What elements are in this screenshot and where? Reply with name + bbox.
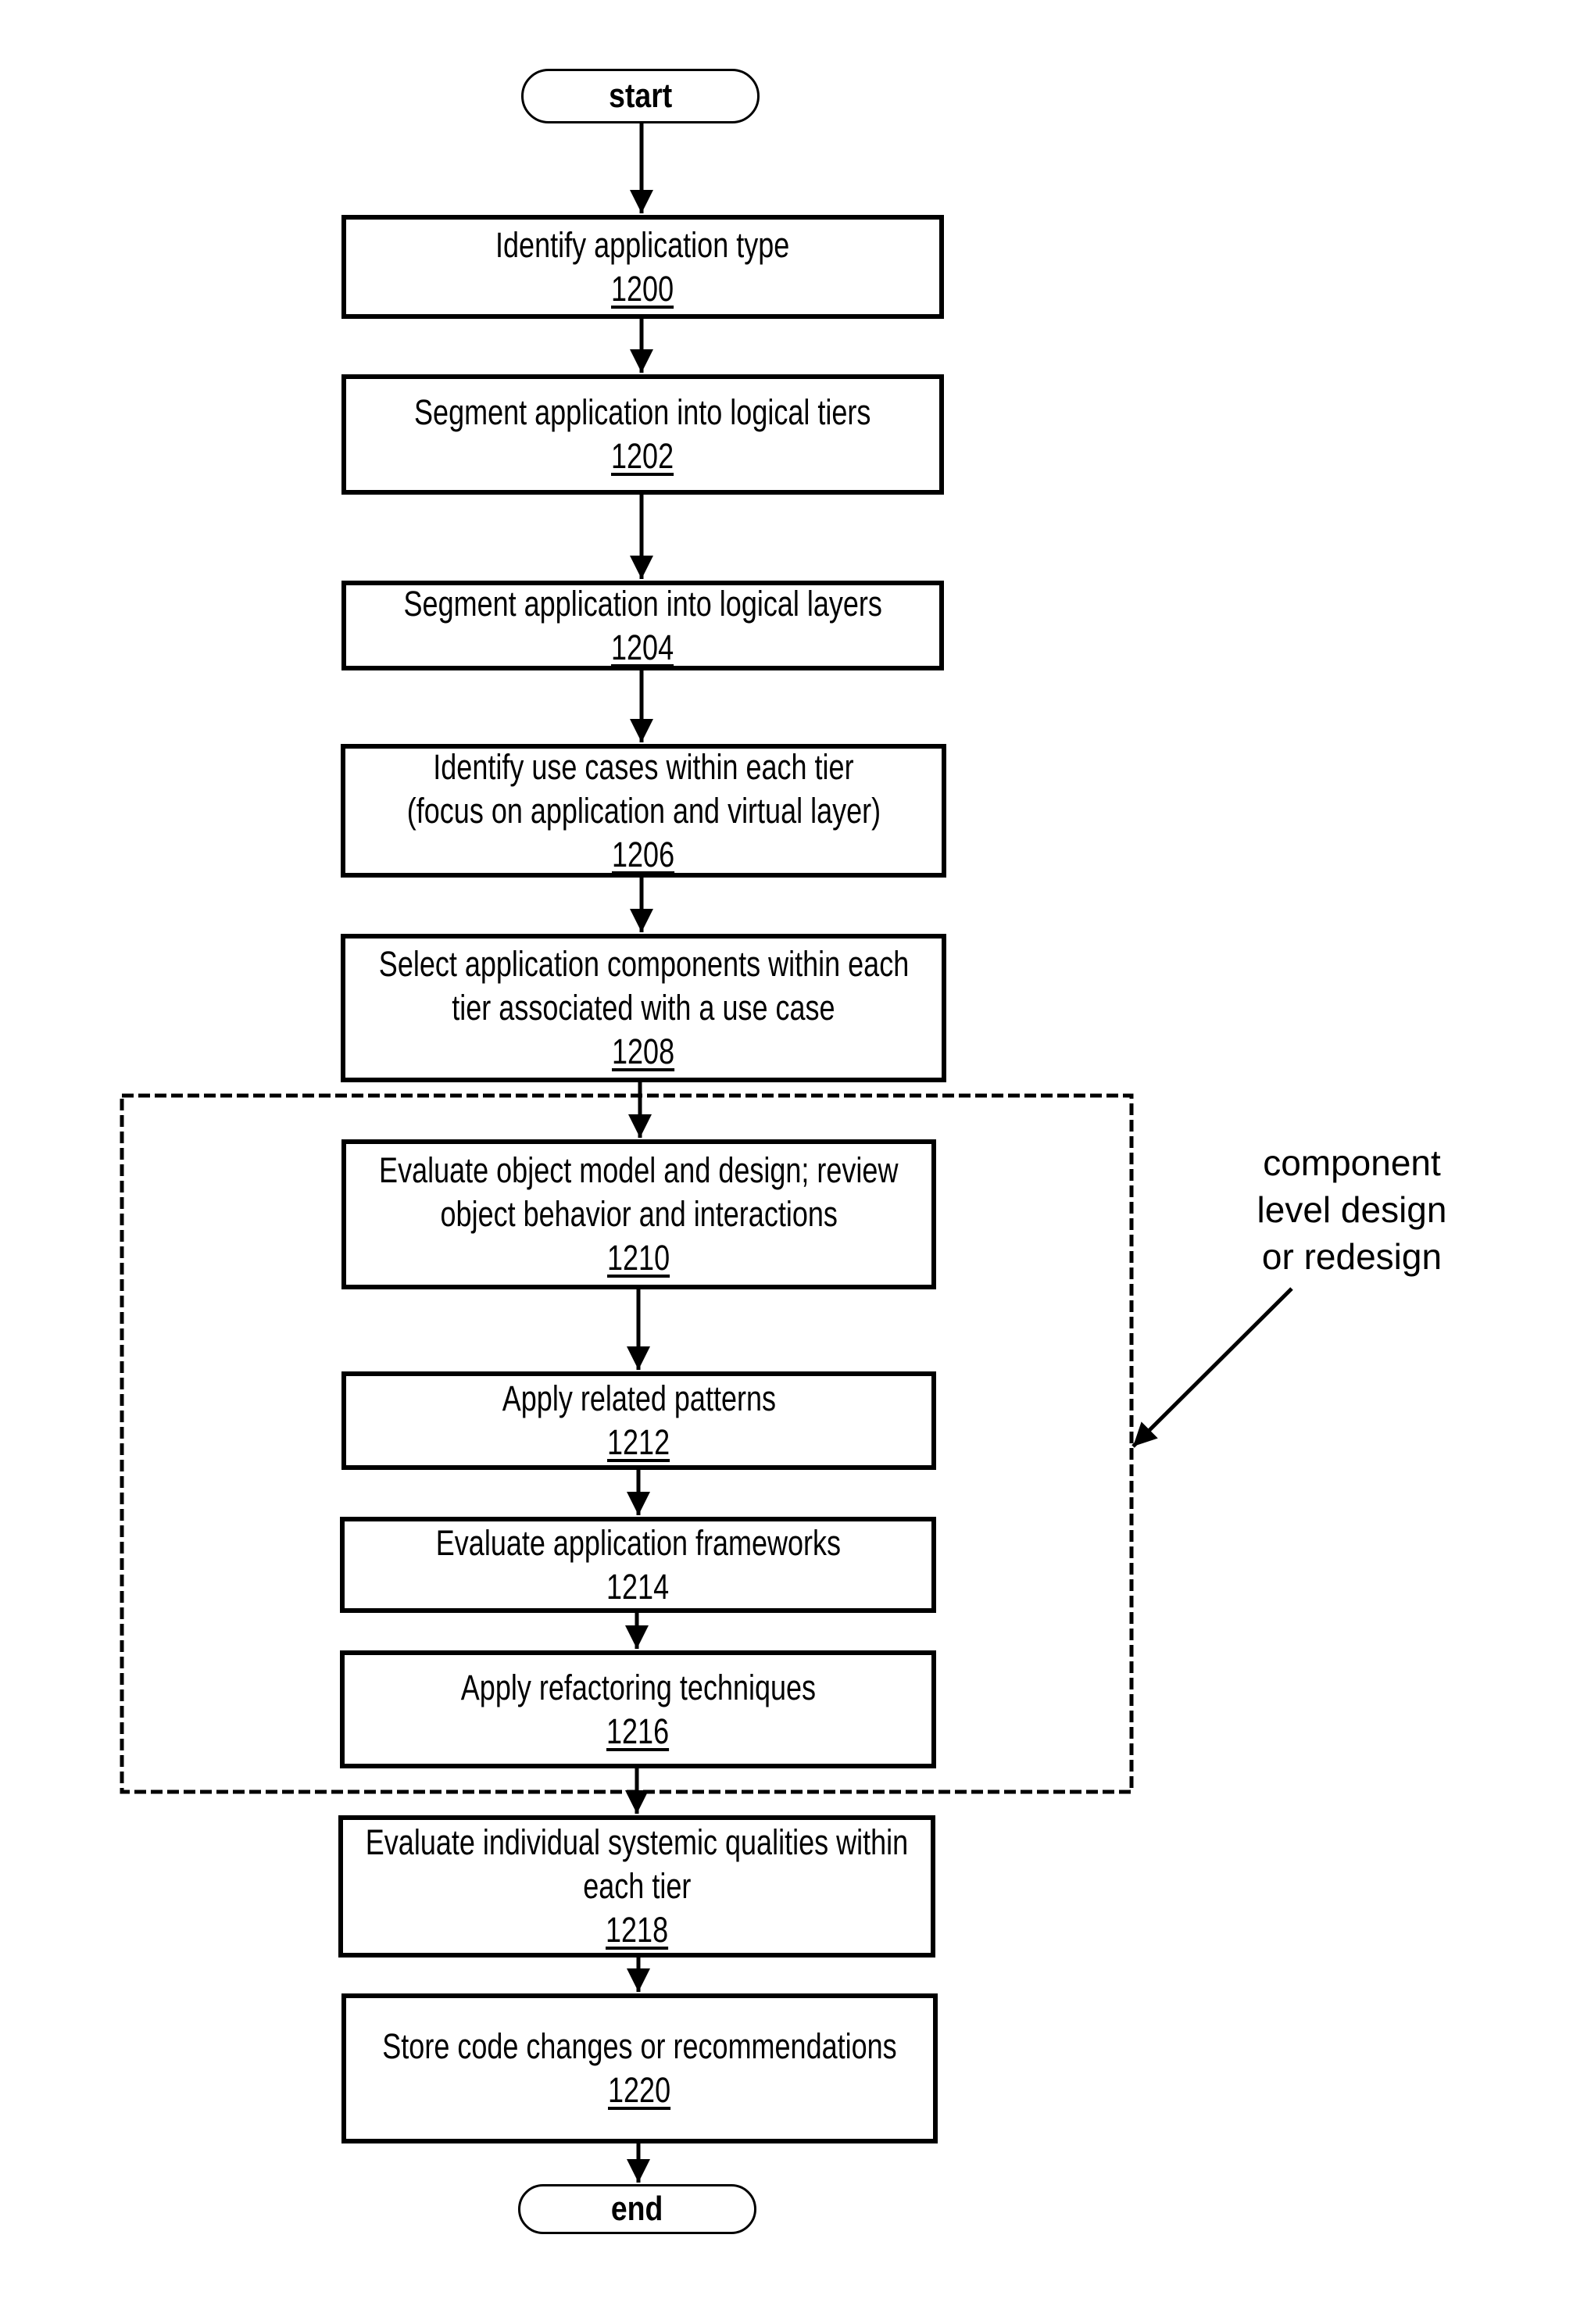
start-label: start [608,77,673,115]
end-terminal: end [518,2184,756,2234]
step-text-line: Apply refactoring techniques [460,1667,816,1707]
annotation-line-3: or redesign [1261,1236,1443,1277]
step-text-line: object behavior and interactions [440,1194,838,1234]
step-ref-wrapper: 1202 [611,434,674,478]
step-1206-box: Identify use cases within each tier (focu… [341,744,946,878]
step-1202-box: Segment application into logical tiers 12… [341,374,944,495]
step-reference-number: 1202 [611,436,674,476]
step-1216-box: Apply refactoring techniques 1216 [340,1650,936,1768]
step-reference-number: 1206 [612,834,675,874]
step-reference-number: 1216 [606,1711,670,1751]
step-reference-number: 1218 [605,1910,669,1950]
step-text-line: tier associated with a use case [452,988,835,1028]
start-terminal: start [521,69,760,123]
step-ref-wrapper: 1220 [608,2068,670,2112]
step-text-line: (focus on application and virtual layer) [406,790,881,831]
step-reference-number: 1220 [608,2070,671,2110]
step-ref-wrapper: 1212 [607,1421,670,1464]
step-text-line: Evaluate application frameworks [435,1522,841,1563]
step-ref-wrapper: 1216 [606,1710,669,1754]
step-reference-number: 1200 [611,268,674,309]
step-text-line: Store code changes or recommendations [382,2026,897,2066]
step-ref-wrapper: 1210 [607,1236,670,1280]
step-ref-wrapper: 1206 [612,833,674,877]
step-1212-box: Apply related patterns 1212 [341,1371,936,1470]
step-1200-box: Identify application type 1200 [341,215,944,319]
step-text-line: Apply related patterns [502,1378,776,1418]
annotation-line-1: component [1263,1142,1441,1183]
step-1218-box: Evaluate individual systemic qualities w… [338,1815,935,1958]
annotation-pointer-arrow [1131,1287,1293,1448]
step-1208-box: Select application components within eac… [341,934,946,1082]
step-reference-number: 1210 [607,1238,670,1278]
group-annotation-label: component level design or redesign [1246,1139,1457,1280]
step-text-line: Evaluate individual systemic qualities w… [365,1822,909,1862]
step-text-line: each tier [582,1866,692,1906]
step-reference-number: 1208 [612,1031,675,1071]
step-reference-number: 1212 [607,1422,670,1462]
step-ref-wrapper: 1200 [611,267,674,311]
step-text-line: Identify use cases within each tier [433,746,854,787]
step-ref-wrapper: 1214 [606,1565,669,1609]
step-text-line: Identify application type [495,224,790,265]
step-ref-wrapper: 1204 [611,626,674,670]
end-label: end [611,2190,663,2228]
step-text-line: Select application components within eac… [378,944,909,984]
step-text-line: Segment application into logical tiers [414,392,871,432]
step-1214-box: Evaluate application frameworks 1214 [340,1517,936,1613]
step-ref-wrapper: 1218 [606,1908,668,1952]
step-1220-box: Store code changes or recommendations 122… [341,1993,938,2143]
step-1204-box: Segment application into logical layers 1… [341,581,944,670]
step-text-line: Evaluate object model and design; review [379,1150,899,1190]
annotation-line-2: level design [1257,1189,1447,1230]
step-ref-wrapper: 1208 [612,1030,674,1074]
step-1210-box: Evaluate object model and design; review… [341,1139,936,1289]
step-text-line: Segment application into logical layers [403,583,882,624]
step-reference-number: 1214 [606,1566,670,1607]
step-reference-number: 1204 [611,627,674,667]
